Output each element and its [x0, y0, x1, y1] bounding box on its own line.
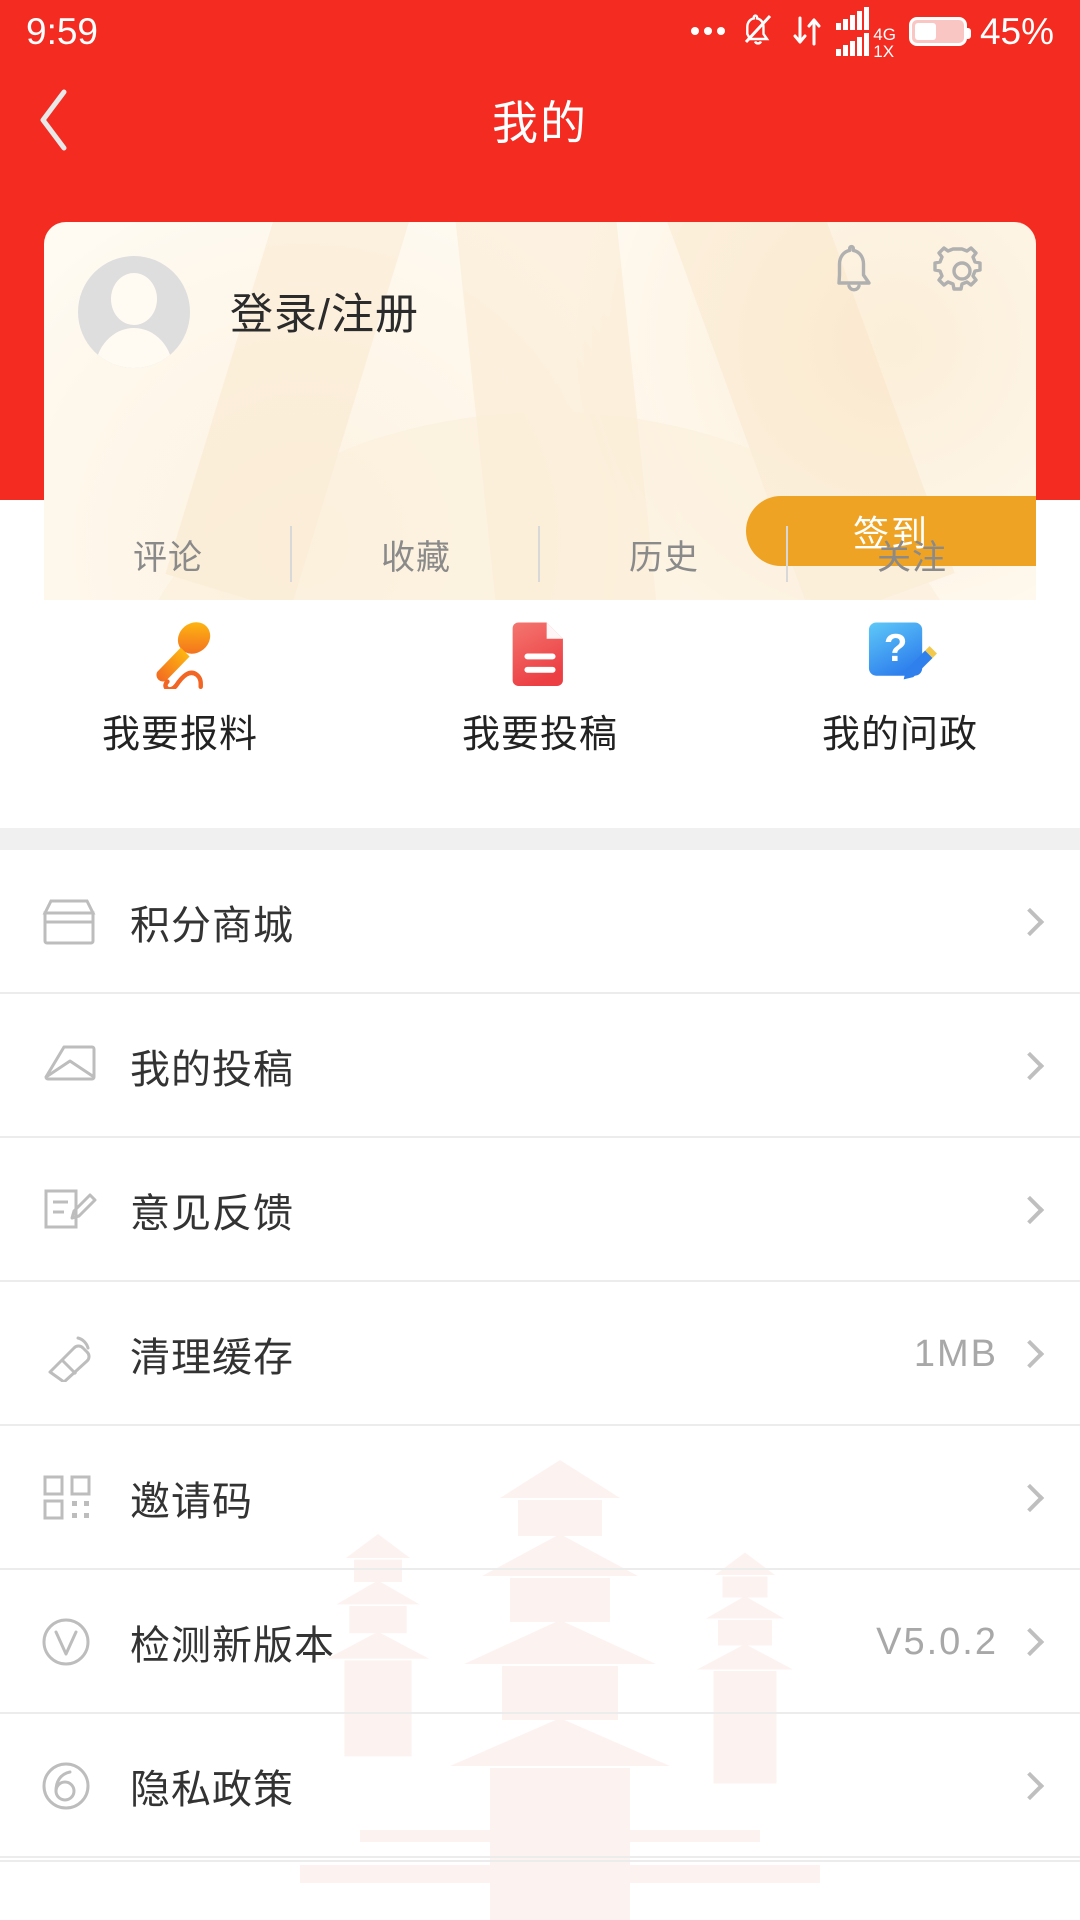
- signal-bars-icon: 4G 1X: [836, 6, 896, 60]
- list-item-label: 检测新版本: [130, 1624, 335, 1668]
- list-item-value: V5.0.2: [876, 1620, 998, 1663]
- list-item-privacy-policy[interactable]: 隐私政策: [0, 1714, 1080, 1858]
- avatar-body-icon: [95, 328, 173, 368]
- nav-bar: 我的: [0, 62, 1080, 177]
- list-item-label: 意见反馈: [130, 1192, 294, 1236]
- quick-action-report[interactable]: 我要报料: [0, 618, 360, 758]
- broom-icon: [40, 1326, 114, 1382]
- tab-favorites[interactable]: 收藏: [292, 530, 540, 579]
- tab-history[interactable]: 历史: [540, 530, 788, 579]
- list-item-points-mall[interactable]: 积分商城: [0, 850, 1080, 994]
- status-clock: 9:59: [26, 10, 99, 52]
- feedback-icon: [40, 1185, 114, 1235]
- microphone-icon: [156, 622, 211, 689]
- gear-icon[interactable]: [932, 241, 992, 301]
- profile-card: 登录/注册 签到 评论 收藏 历史 关注: [44, 222, 1036, 600]
- quick-action-label: 我的问政: [821, 714, 978, 756]
- chevron-right-icon: [1015, 1483, 1045, 1513]
- avatar[interactable]: [78, 256, 190, 368]
- status-bar: 9:59 4G 1X 45%: [0, 0, 1080, 62]
- chevron-right-icon: [1015, 1195, 1045, 1225]
- chevron-right-icon: [1015, 1627, 1045, 1657]
- list-item-label: 积分商城: [130, 904, 294, 948]
- quick-action-label: 我要投稿: [461, 714, 618, 756]
- svg-text:?: ?: [884, 627, 907, 670]
- question-pencil-icon: ?: [868, 622, 937, 680]
- privacy-icon: [40, 1760, 114, 1812]
- quick-actions-row: 我要报料 我要投稿 ? 我的问政: [0, 618, 1080, 758]
- mute-bell-icon: [745, 14, 772, 45]
- status-icons: 4G 1X 45%: [691, 6, 1054, 60]
- bell-icon[interactable]: [826, 240, 882, 302]
- settings-list: 积分商城 我的投稿 意见反馈 清理缓存 1MB 邀请码 检测新版本 V5.0.2…: [0, 850, 1080, 1858]
- login-register-link[interactable]: 登录/注册: [230, 280, 419, 342]
- quick-action-label: 我要报料: [101, 714, 258, 756]
- profile-tabs: 评论 收藏 历史 关注: [44, 508, 1036, 600]
- document-icon: [512, 622, 563, 687]
- list-item-my-submissions[interactable]: 我的投稿: [0, 994, 1080, 1138]
- section-divider: [0, 828, 1080, 850]
- page-title: 我的: [492, 96, 588, 149]
- list-item-label: 邀请码: [130, 1480, 253, 1524]
- list-item-invite-code[interactable]: 邀请码: [0, 1426, 1080, 1570]
- more-dots-icon: [691, 27, 726, 35]
- list-item-label: 隐私政策: [130, 1768, 294, 1812]
- network-type-label: 4G: [873, 24, 896, 44]
- chevron-right-icon: [1015, 907, 1045, 937]
- list-item-label: 清理缓存: [130, 1336, 294, 1380]
- chevron-right-icon: [1015, 1771, 1045, 1801]
- list-item-clear-cache[interactable]: 清理缓存 1MB: [0, 1282, 1080, 1426]
- list-bottom-edge: [0, 1860, 1080, 1920]
- quick-action-submit[interactable]: 我要投稿: [360, 618, 720, 758]
- list-item-value: 1MB: [913, 1332, 998, 1375]
- data-transfer-icon: [793, 16, 821, 46]
- battery-icon: [908, 16, 971, 46]
- tab-following[interactable]: 关注: [788, 530, 1036, 579]
- chevron-right-icon: [1015, 1051, 1045, 1081]
- tab-comments[interactable]: 评论: [44, 530, 292, 579]
- list-item-feedback[interactable]: 意见反馈: [0, 1138, 1080, 1282]
- envelope-icon: [40, 1041, 114, 1091]
- version-icon: [40, 1616, 114, 1668]
- shop-icon: [40, 897, 114, 947]
- qrcode-icon: [40, 1473, 114, 1523]
- avatar-head-icon: [111, 273, 157, 325]
- list-item-check-version[interactable]: 检测新版本 V5.0.2: [0, 1570, 1080, 1714]
- network-sub-label: 1X: [873, 41, 895, 61]
- quick-action-inquiry[interactable]: ? 我的问政: [720, 618, 1080, 758]
- chevron-right-icon: [1015, 1339, 1045, 1369]
- list-item-label: 我的投稿: [130, 1048, 294, 1092]
- battery-percent-label: 45%: [979, 10, 1054, 52]
